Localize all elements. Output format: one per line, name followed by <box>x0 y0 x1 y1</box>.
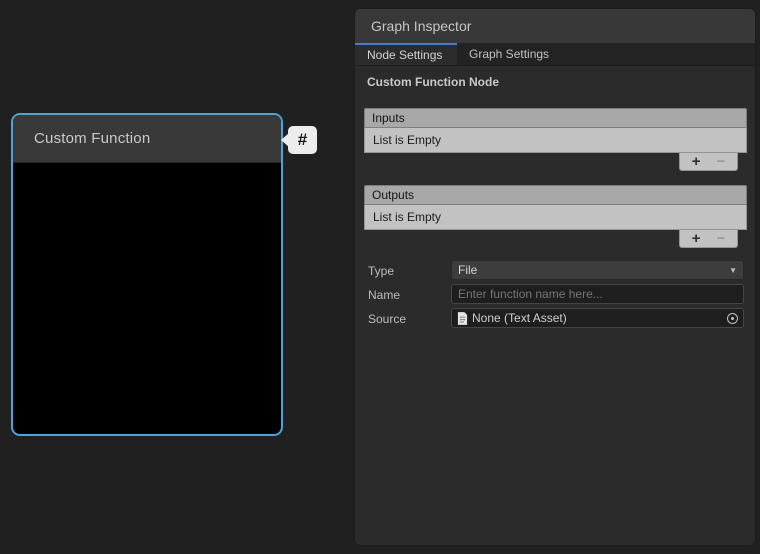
inputs-add-button[interactable]: + <box>692 154 701 169</box>
outputs-list-header: Outputs <box>364 185 747 205</box>
object-picker-icon[interactable] <box>727 313 738 324</box>
node-title: Custom Function <box>34 130 150 147</box>
outputs-list-empty-label: List is Empty <box>373 210 441 224</box>
outputs-list-empty-row: List is Empty <box>364 205 747 230</box>
outputs-list-title: Outputs <box>372 188 414 202</box>
type-dropdown-value: File <box>458 263 729 277</box>
type-dropdown[interactable]: File ▼ <box>451 260 744 280</box>
source-label: Source <box>368 312 406 326</box>
name-label: Name <box>368 288 400 302</box>
inspector-title: Graph Inspector <box>371 18 471 34</box>
inputs-list-empty-label: List is Empty <box>373 133 441 147</box>
node-title-bar[interactable]: Custom Function <box>13 115 281 163</box>
name-input[interactable] <box>452 285 743 303</box>
text-asset-icon <box>457 312 468 325</box>
inputs-list: Inputs List is Empty + − <box>364 108 747 172</box>
custom-function-node[interactable]: Custom Function <box>11 113 283 436</box>
inputs-list-empty-row: List is Empty <box>364 128 747 153</box>
node-settings-heading: Custom Function Node <box>367 75 499 89</box>
tab-node-settings[interactable]: Node Settings <box>355 43 457 65</box>
inputs-list-header: Inputs <box>364 108 747 128</box>
inputs-remove-button[interactable]: − <box>717 154 726 169</box>
tab-graph-settings[interactable]: Graph Settings <box>457 43 561 65</box>
outputs-remove-button[interactable]: − <box>717 231 726 246</box>
hash-badge-button[interactable]: # <box>288 126 317 154</box>
type-label: Type <box>368 264 394 278</box>
inputs-list-title: Inputs <box>372 111 405 125</box>
name-field-wrapper <box>451 284 744 304</box>
outputs-list: Outputs List is Empty + − <box>364 185 747 249</box>
hash-icon: # <box>298 130 307 150</box>
source-object-value: None (Text Asset) <box>472 311 723 325</box>
tab-graph-settings-label: Graph Settings <box>469 47 549 61</box>
chevron-down-icon: ▼ <box>729 266 737 275</box>
tab-strip: Node Settings Graph Settings <box>355 43 755 66</box>
outputs-add-button[interactable]: + <box>692 231 701 246</box>
tab-node-settings-label: Node Settings <box>367 48 442 62</box>
outputs-list-footer: + − <box>679 230 738 248</box>
graph-inspector-panel: Graph Inspector Node Settings Graph Sett… <box>354 8 756 546</box>
inspector-header[interactable]: Graph Inspector <box>355 9 755 43</box>
source-object-field[interactable]: None (Text Asset) <box>451 308 744 328</box>
object-picker-dot <box>731 317 734 320</box>
inputs-list-footer: + − <box>679 153 738 171</box>
